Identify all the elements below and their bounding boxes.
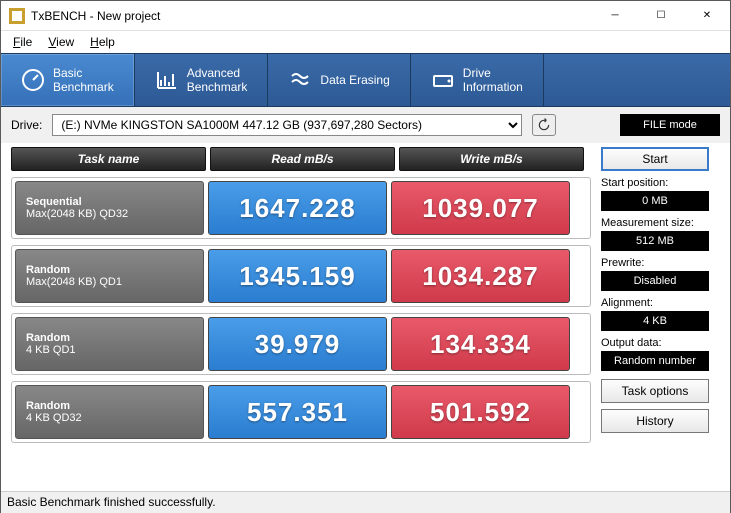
chart-icon bbox=[155, 68, 179, 92]
task-detail: Max(2048 KB) QD1 bbox=[26, 276, 193, 288]
measurement-size-value[interactable]: 512 MB bbox=[601, 231, 709, 251]
result-row: Random4 KB QD139.979134.334 bbox=[11, 313, 591, 375]
task-cell[interactable]: Random4 KB QD32 bbox=[15, 385, 204, 439]
task-options-button[interactable]: Task options bbox=[601, 379, 709, 403]
read-value: 39.979 bbox=[208, 317, 387, 371]
title-bar: TxBENCH - New project ─ ☐ ✕ bbox=[1, 1, 730, 31]
task-detail: Max(2048 KB) QD32 bbox=[26, 208, 193, 220]
results-panel: Task name Read mB/s Write mB/s Sequentia… bbox=[11, 147, 591, 449]
task-cell[interactable]: RandomMax(2048 KB) QD1 bbox=[15, 249, 204, 303]
gauge-icon bbox=[21, 68, 45, 92]
measurement-size-label: Measurement size: bbox=[601, 217, 709, 229]
tab-data-erasing[interactable]: Data Erasing bbox=[268, 54, 410, 106]
drive-icon bbox=[431, 68, 455, 92]
start-position-label: Start position: bbox=[601, 177, 709, 189]
task-name: Sequential bbox=[26, 196, 193, 208]
tab-label: Basic Benchmark bbox=[53, 66, 114, 94]
write-value: 1034.287 bbox=[391, 249, 570, 303]
drive-label: Drive: bbox=[11, 118, 42, 132]
status-bar: Basic Benchmark finished successfully. bbox=[1, 491, 730, 513]
output-data-value[interactable]: Random number bbox=[601, 351, 709, 371]
menu-bar: File View Help bbox=[1, 31, 730, 53]
header-write: Write mB/s bbox=[399, 147, 584, 171]
header-read: Read mB/s bbox=[210, 147, 395, 171]
task-name: Random bbox=[26, 332, 193, 344]
refresh-button[interactable] bbox=[532, 114, 556, 136]
minimize-button[interactable]: ─ bbox=[592, 1, 638, 31]
start-button[interactable]: Start bbox=[601, 147, 709, 171]
prewrite-label: Prewrite: bbox=[601, 257, 709, 269]
task-detail: 4 KB QD32 bbox=[26, 412, 193, 424]
tab-label: Advanced Benchmark bbox=[187, 66, 248, 94]
side-panel: Start Start position: 0 MB Measurement s… bbox=[601, 147, 709, 449]
menu-help[interactable]: Help bbox=[84, 33, 121, 51]
menu-file[interactable]: File bbox=[7, 33, 38, 51]
alignment-value[interactable]: 4 KB bbox=[601, 311, 709, 331]
task-detail: 4 KB QD1 bbox=[26, 344, 193, 356]
task-name: Random bbox=[26, 400, 193, 412]
header-task: Task name bbox=[11, 147, 206, 171]
refresh-icon bbox=[537, 118, 551, 132]
read-value: 1647.228 bbox=[208, 181, 387, 235]
write-value: 501.592 bbox=[391, 385, 570, 439]
prewrite-value[interactable]: Disabled bbox=[601, 271, 709, 291]
start-position-value[interactable]: 0 MB bbox=[601, 191, 709, 211]
read-value: 1345.159 bbox=[208, 249, 387, 303]
close-button[interactable]: ✕ bbox=[684, 1, 730, 31]
result-row: Random4 KB QD32557.351501.592 bbox=[11, 381, 591, 443]
file-mode-button[interactable]: FILE mode bbox=[620, 114, 720, 136]
tab-basic-benchmark[interactable]: Basic Benchmark bbox=[1, 54, 135, 106]
tab-label: Data Erasing bbox=[320, 73, 389, 87]
write-value: 134.334 bbox=[391, 317, 570, 371]
menu-view[interactable]: View bbox=[42, 33, 80, 51]
tab-advanced-benchmark[interactable]: Advanced Benchmark bbox=[135, 54, 269, 106]
erase-icon bbox=[288, 68, 312, 92]
task-cell[interactable]: SequentialMax(2048 KB) QD32 bbox=[15, 181, 204, 235]
tab-bar: Basic Benchmark Advanced Benchmark Data … bbox=[1, 53, 730, 107]
drive-select[interactable]: (E:) NVMe KINGSTON SA1000M 447.12 GB (93… bbox=[52, 114, 522, 136]
output-data-label: Output data: bbox=[601, 337, 709, 349]
history-button[interactable]: History bbox=[601, 409, 709, 433]
result-row: RandomMax(2048 KB) QD11345.1591034.287 bbox=[11, 245, 591, 307]
app-icon bbox=[9, 8, 25, 24]
drive-bar: Drive: (E:) NVMe KINGSTON SA1000M 447.12… bbox=[1, 107, 730, 143]
tab-drive-information[interactable]: Drive Information bbox=[411, 54, 544, 106]
tab-label: Drive Information bbox=[463, 66, 523, 94]
write-value: 1039.077 bbox=[391, 181, 570, 235]
window-title: TxBENCH - New project bbox=[31, 9, 592, 23]
maximize-button[interactable]: ☐ bbox=[638, 1, 684, 31]
task-name: Random bbox=[26, 264, 193, 276]
read-value: 557.351 bbox=[208, 385, 387, 439]
task-cell[interactable]: Random4 KB QD1 bbox=[15, 317, 204, 371]
alignment-label: Alignment: bbox=[601, 297, 709, 309]
result-row: SequentialMax(2048 KB) QD321647.2281039.… bbox=[11, 177, 591, 239]
